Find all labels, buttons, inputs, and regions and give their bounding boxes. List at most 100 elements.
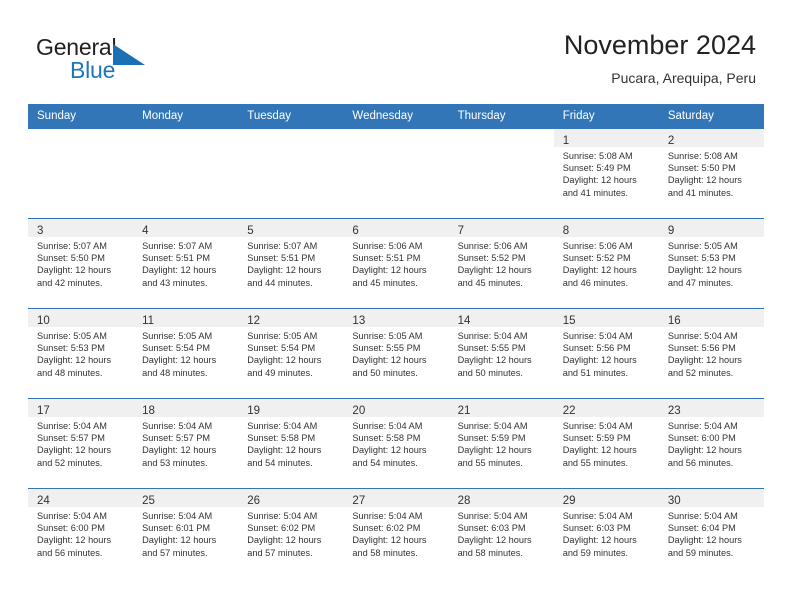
day-detail-line: Sunrise: 5:04 AM [667, 331, 738, 341]
calendar-day-cell[interactable]: 6 Sunrise: 5:06 AM Sunset: 5:51 PM Daylight… [343, 218, 449, 308]
day-cell-inner: 3 Sunrise: 5:07 AM Sunset: 5:50 PM Daylight… [28, 218, 134, 307]
day-detail-text: Sunrise: 5:04 AM Sunset: 6:03 PM Daylight:… [554, 507, 659, 559]
day-detail-text: Sunrise: 5:04 AM Sunset: 6:03 PM Daylight:… [449, 507, 554, 559]
day-detail-line: Sunset: 5:51 PM [352, 253, 421, 264]
day-number: 10 [37, 315, 50, 327]
day-detail-line: and 59 minutes. [667, 547, 734, 558]
day-number-band: 26 [238, 489, 344, 507]
weekday-header-tuesday: Tuesday [238, 104, 344, 128]
calendar-grid: Sunday Monday Tuesday Wednesday Thursday Frid… [28, 104, 764, 578]
day-number: 30 [667, 495, 681, 507]
day-detail-line: Sunrise: 5:04 AM [457, 421, 528, 431]
day-detail-line: Sunrise: 5:06 AM [352, 241, 423, 251]
calendar-day-cell[interactable]: 13 Sunrise: 5:05 AM Sunset: 5:55 PM Dayligh… [343, 308, 449, 398]
calendar-day-cell[interactable]: 18 Sunrise: 5:04 AM Sunset: 5:57 PM Dayligh… [133, 398, 239, 488]
day-detail-line: Daylight: 12 hours [352, 265, 427, 276]
day-detail-line: Sunrise: 5:04 AM [667, 421, 738, 431]
day-number: 2 [667, 135, 675, 147]
day-detail-line: Daylight: 12 hours [562, 175, 637, 186]
calendar-day-cell[interactable]: 12 Sunrise: 5:05 AM Sunset: 5:54 PM Dayligh… [238, 308, 344, 398]
day-detail-line: and 44 minutes. [247, 277, 313, 288]
day-detail-text: Sunrise: 5:05 AM Sunset: 5:53 PM Daylight:… [659, 237, 764, 289]
calendar-day-cell[interactable]: 16 Sunrise: 5:04 AM Sunset: 5:56 PM Dayligh… [658, 308, 764, 398]
calendar-day-cell[interactable]: 19 Sunrise: 5:04 AM Sunset: 5:58 PM Dayligh… [238, 398, 344, 488]
day-number-band: 2 [658, 129, 764, 147]
calendar-day-cell[interactable]: 14 Sunrise: 5:04 AM Sunset: 5:55 PM Dayligh… [448, 308, 554, 398]
day-detail-line: Sunset: 6:04 PM [667, 523, 736, 534]
day-detail-line: Sunset: 6:00 PM [667, 433, 736, 444]
calendar-day-cell[interactable]: 30 Sunrise: 5:04 AM Sunset: 6:04 PM Dayligh… [658, 488, 764, 578]
calendar-day-cell[interactable]: 23 Sunrise: 5:04 AM Sunset: 6:00 PM Dayligh… [658, 398, 764, 488]
day-detail-line: Daylight: 12 hours [37, 535, 112, 546]
calendar-day-cell[interactable]: 8 Sunrise: 5:06 AM Sunset: 5:52 PM Daylight… [553, 218, 659, 308]
calendar-day-cell[interactable]: 27 Sunrise: 5:04 AM Sunset: 6:02 PM Dayligh… [343, 488, 449, 578]
calendar-day-cell[interactable]: 11 Sunrise: 5:05 AM Sunset: 5:54 PM Dayligh… [133, 308, 239, 398]
calendar-day-cell[interactable]: 28 Sunrise: 5:04 AM Sunset: 6:03 PM Dayligh… [448, 488, 554, 578]
calendar-page: General Blue November 2024 Pucara, Arequ… [0, 0, 792, 612]
day-detail-line: Daylight: 12 hours [457, 265, 532, 276]
calendar-week-row: 3 Sunrise: 5:07 AM Sunset: 5:50 PM Daylight… [28, 218, 764, 308]
calendar-day-cell[interactable]: 1 Sunrise: 5:08 AM Sunset: 5:49 PM Daylight… [553, 128, 659, 218]
calendar-day-cell[interactable]: 10 Sunrise: 5:05 AM Sunset: 5:53 PM Dayligh… [28, 308, 134, 398]
day-cell-inner: 17 Sunrise: 5:04 AM Sunset: 5:57 PM Dayligh… [28, 398, 134, 487]
calendar-day-cell[interactable]: 9 Sunrise: 5:05 AM Sunset: 5:53 PM Daylight… [658, 218, 764, 308]
day-detail-line: Sunset: 5:57 PM [142, 433, 211, 444]
day-detail-line: Daylight: 12 hours [247, 445, 322, 456]
day-detail-line: Sunset: 5:58 PM [352, 433, 421, 444]
day-cell-inner: 25 Sunrise: 5:04 AM Sunset: 6:01 PM Dayligh… [133, 488, 239, 577]
blue-triangle-logo-icon [113, 44, 145, 65]
day-detail-text: Sunrise: 5:04 AM Sunset: 5:56 PM Daylight:… [659, 327, 764, 379]
day-detail-line: and 56 minutes. [667, 457, 734, 468]
day-detail-text: Sunrise: 5:06 AM Sunset: 5:52 PM Daylight:… [554, 237, 659, 289]
day-cell-inner: 13 Sunrise: 5:05 AM Sunset: 5:55 PM Dayligh… [343, 308, 449, 397]
calendar-week-row: 10 Sunrise: 5:05 AM Sunset: 5:53 PM Dayligh… [28, 308, 764, 398]
calendar-day-cell[interactable]: 26 Sunrise: 5:04 AM Sunset: 6:02 PM Dayligh… [238, 488, 344, 578]
day-number-band: 14 [448, 309, 554, 327]
calendar-day-cell[interactable]: 29 Sunrise: 5:04 AM Sunset: 6:03 PM Dayligh… [553, 488, 659, 578]
day-detail-line: and 55 minutes. [562, 457, 629, 468]
day-detail-line: Sunrise: 5:04 AM [562, 421, 633, 431]
day-detail-text: Sunrise: 5:04 AM Sunset: 5:57 PM Daylight:… [133, 417, 238, 469]
calendar-day-cell[interactable]: 17 Sunrise: 5:04 AM Sunset: 5:57 PM Dayligh… [28, 398, 134, 488]
day-detail-line: Daylight: 12 hours [37, 355, 112, 366]
day-detail-line: Sunset: 5:56 PM [562, 343, 631, 354]
calendar-day-cell[interactable]: 4 Sunrise: 5:07 AM Sunset: 5:51 PM Daylight… [133, 218, 239, 308]
calendar-day-cell[interactable]: 7 Sunrise: 5:06 AM Sunset: 5:52 PM Daylight… [448, 218, 554, 308]
day-detail-line: Sunset: 5:55 PM [352, 343, 421, 354]
calendar-day-cell[interactable]: 25 Sunrise: 5:04 AM Sunset: 6:01 PM Dayligh… [133, 488, 239, 578]
calendar-day-cell[interactable]: 3 Sunrise: 5:07 AM Sunset: 5:50 PM Daylight… [28, 218, 134, 308]
calendar-day-cell[interactable]: 21 Sunrise: 5:04 AM Sunset: 5:59 PM Dayligh… [448, 398, 554, 488]
day-detail-line: Sunset: 5:52 PM [562, 253, 631, 264]
day-detail-line: Sunrise: 5:04 AM [142, 421, 213, 431]
day-detail-text: Sunrise: 5:04 AM Sunset: 5:55 PM Daylight:… [449, 327, 554, 379]
day-cell-inner: 15 Sunrise: 5:04 AM Sunset: 5:56 PM Dayligh… [553, 308, 659, 397]
calendar-day-cell[interactable]: 2 Sunrise: 5:08 AM Sunset: 5:50 PM Daylight… [658, 128, 764, 218]
day-detail-line: Sunrise: 5:05 AM [37, 331, 107, 341]
day-detail-line: Sunrise: 5:04 AM [562, 511, 633, 521]
calendar-header-row: Sunday Monday Tuesday Wednesday Thursday Frid… [28, 104, 764, 128]
day-detail-line: and 42 minutes. [37, 277, 103, 288]
day-detail-line: Daylight: 12 hours [457, 535, 532, 546]
day-number: 16 [667, 315, 681, 327]
day-cell-inner: 10 Sunrise: 5:05 AM Sunset: 5:53 PM Dayligh… [28, 308, 134, 397]
day-detail-line: Sunrise: 5:04 AM [457, 511, 528, 521]
calendar-day-cell[interactable]: 5 Sunrise: 5:07 AM Sunset: 5:51 PM Daylight… [238, 218, 344, 308]
day-detail-line: Daylight: 12 hours [667, 535, 742, 546]
weekday-header-row: Sunday Monday Tuesday Wednesday Thursday Frid… [28, 104, 764, 128]
day-detail-line: Sunset: 5:51 PM [142, 253, 211, 264]
day-detail-text: Sunrise: 5:05 AM Sunset: 5:54 PM Daylight:… [238, 327, 343, 379]
calendar-week-row: 24 Sunrise: 5:04 AM Sunset: 6:00 PM Dayligh… [28, 488, 764, 578]
day-number-band: 20 [343, 399, 449, 417]
day-number-band: 3 [28, 219, 134, 237]
day-number: 14 [457, 315, 471, 327]
calendar-day-cell[interactable]: 22 Sunrise: 5:04 AM Sunset: 5:59 PM Dayligh… [553, 398, 659, 488]
calendar-day-cell[interactable]: 24 Sunrise: 5:04 AM Sunset: 6:00 PM Dayligh… [28, 488, 134, 578]
day-detail-text: Sunrise: 5:05 AM Sunset: 5:55 PM Daylight:… [343, 327, 448, 379]
calendar-day-cell[interactable]: 20 Sunrise: 5:04 AM Sunset: 5:58 PM Dayligh… [343, 398, 449, 488]
day-cell-inner: 16 Sunrise: 5:04 AM Sunset: 5:56 PM Dayligh… [658, 308, 764, 397]
day-detail-line: Sunset: 5:55 PM [457, 343, 526, 354]
calendar-day-cell[interactable]: 15 Sunrise: 5:04 AM Sunset: 5:56 PM Dayligh… [553, 308, 659, 398]
day-detail-line: Daylight: 12 hours [142, 265, 217, 276]
day-detail-line: and 54 minutes. [352, 457, 418, 468]
brand-logo[interactable]: General Blue [36, 34, 216, 90]
